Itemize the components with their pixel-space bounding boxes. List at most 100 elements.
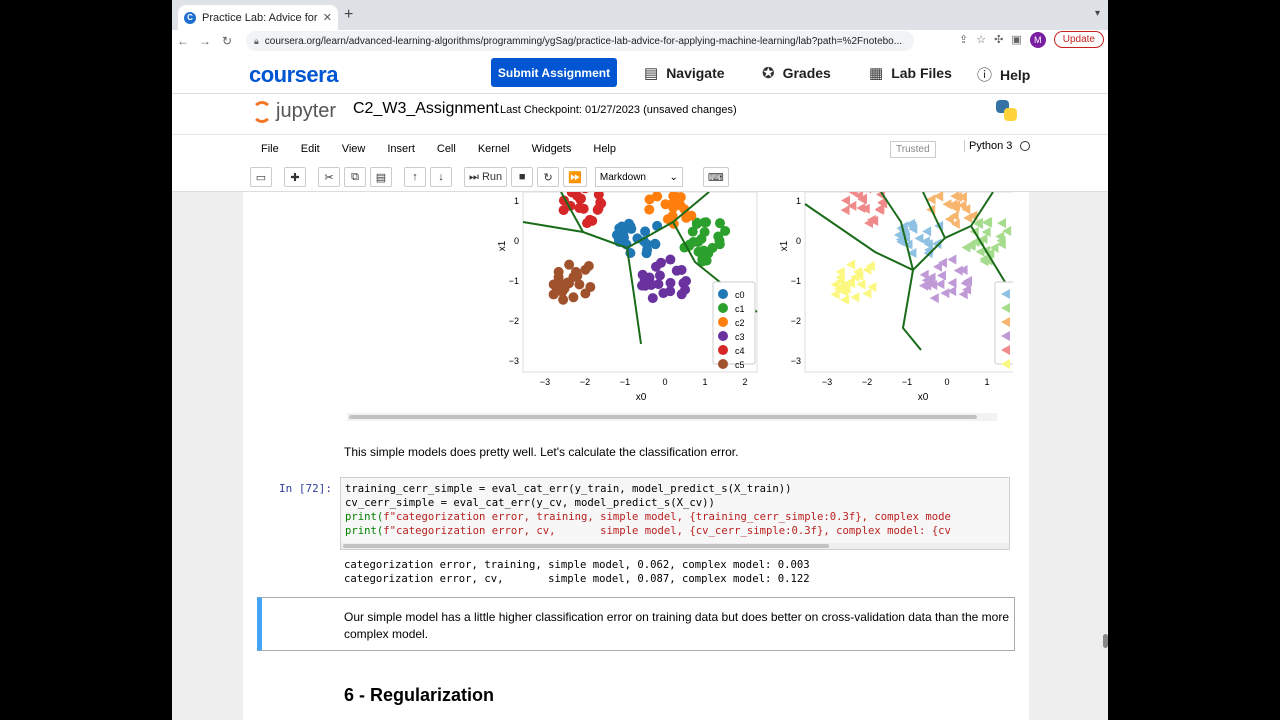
data-point [559, 283, 570, 294]
y-tick-label: −2 [509, 316, 519, 326]
data-point [553, 272, 564, 283]
menu-view[interactable]: View [331, 143, 377, 155]
menu-file[interactable]: File [250, 143, 290, 155]
lab-files-button[interactable]: ▦ Lab Files [869, 64, 952, 82]
data-point [578, 203, 589, 214]
output-horizontal-scrollbar[interactable] [347, 413, 997, 421]
output-line-2: categorization error, cv, simple model, … [344, 573, 810, 585]
menu-kernel[interactable]: Kernel [467, 143, 521, 155]
chevron-down-icon: ⌄ [669, 171, 678, 183]
save-icon[interactable]: ▭ [250, 167, 272, 187]
restart-run-all-icon[interactable]: ⏩ [563, 167, 587, 187]
paste-icon[interactable]: ▤ [370, 167, 392, 187]
update-button[interactable]: Update [1053, 31, 1104, 48]
y-tick-label: −2 [791, 316, 801, 326]
data-point [666, 199, 677, 210]
python-logo-icon [996, 100, 1018, 122]
code-line-2: cv_cerr_simple = eval_cat_err(y_cv, mode… [345, 497, 715, 509]
menu-cell[interactable]: Cell [426, 143, 467, 155]
output-line-1: categorization error, training, simple m… [344, 559, 810, 571]
legend-label: c2 [735, 318, 745, 328]
bookmark-star-icon[interactable]: ☆ [976, 33, 986, 46]
selected-markdown-cell[interactable]: Our simple model has a little higher cla… [257, 597, 1015, 651]
data-point [665, 286, 676, 297]
y-tick-label: −1 [509, 276, 519, 286]
code-text: training_cerr_simple = eval_cat_err(y_tr… [341, 478, 1009, 542]
data-point [644, 194, 655, 205]
code-cell[interactable]: training_cerr_simple = eval_cat_err(y_tr… [340, 477, 1010, 550]
code-line-3-fn: print( [345, 511, 384, 523]
data-point [647, 293, 658, 304]
data-point [583, 261, 594, 272]
cell-prompt: In [72]: [279, 482, 332, 495]
submit-assignment-button[interactable]: Submit Assignment [491, 58, 617, 87]
keyboard-icon[interactable]: ⌨ [702, 167, 729, 187]
help-button[interactable]: ⓘ Help [977, 64, 1030, 85]
close-tab-icon[interactable]: ✕ [323, 11, 332, 24]
code-horizontal-scrollbar[interactable] [341, 543, 1009, 549]
restart-icon[interactable]: ↻ [537, 167, 560, 187]
menu-help[interactable]: Help [582, 143, 627, 155]
help-icon: ⓘ [977, 67, 993, 84]
url-bar[interactable]: 🔒︎ coursera.org/learn/advanced-learning-… [246, 31, 914, 51]
tab-title: Practice Lab: Advice for Applyi [202, 11, 319, 24]
share-icon[interactable]: ⇪ [959, 33, 968, 46]
x-tick-label: −1 [902, 377, 912, 387]
kernel-indicator: Python 3 [964, 140, 1031, 152]
new-tab-button[interactable]: + [344, 6, 353, 24]
cell-type-select[interactable]: Markdown ⌄ [594, 167, 683, 187]
y-tick-label: 1 [796, 196, 801, 206]
file-icon: ▦ [869, 65, 884, 82]
coursera-logo[interactable]: coursera [249, 62, 338, 88]
menu-insert[interactable]: Insert [376, 143, 426, 155]
y-tick-label: −3 [791, 356, 801, 366]
coursera-header: coursera Submit Assignment ▤ Navigate ✪ … [172, 52, 1108, 94]
reload-icon[interactable]: ↻ [216, 34, 238, 48]
lab-files-label: Lab Files [891, 65, 952, 81]
data-point [575, 193, 586, 204]
move-down-icon[interactable]: ↓ [430, 167, 452, 187]
legend: c0c1c2c3c4c5 [712, 281, 756, 370]
data-point [580, 288, 591, 299]
sidebar-icon[interactable]: ▣ [1011, 33, 1021, 46]
stop-icon[interactable]: ■ [511, 167, 534, 187]
grades-button[interactable]: ✪ Grades [762, 64, 831, 82]
legend-marker [718, 359, 728, 369]
kernel-name[interactable]: Python 3 [969, 140, 1012, 152]
markdown-cell-text: Our simple model has a little higher cla… [344, 610, 1010, 641]
x-tick-label: −3 [822, 377, 832, 387]
data-point [558, 205, 569, 216]
run-button[interactable]: ⏭ Run [464, 167, 508, 187]
data-point [693, 246, 704, 257]
extensions-icon[interactable]: ✣ [994, 33, 1003, 46]
kernel-idle-icon [1020, 141, 1031, 151]
trusted-indicator[interactable]: Trusted [890, 141, 936, 158]
menu-widgets[interactable]: Widgets [521, 143, 583, 155]
x-axis-label: x0 [918, 392, 929, 403]
legend: c0c1c2c3c4c5 [994, 281, 1013, 369]
data-point [582, 218, 593, 229]
right-plot: c0c1c2c3c4c510−1−2−3−3−2−1012x1x0 [779, 192, 1013, 403]
navigate-button[interactable]: ▤ Navigate [644, 64, 725, 82]
data-point [696, 233, 707, 244]
code-line-4-fn: print( [345, 525, 384, 537]
data-point [665, 254, 676, 265]
x-tick-label: 2 [742, 377, 747, 387]
profile-avatar[interactable]: M [1029, 31, 1046, 48]
data-point [714, 235, 725, 246]
x-tick-label: −1 [620, 377, 630, 387]
forward-icon[interactable]: → [194, 34, 216, 48]
copy-icon[interactable]: ⧉ [344, 167, 366, 187]
notebook-name[interactable]: C2_W3_Assignment [353, 100, 499, 118]
jupyter-logo[interactable]: jupyter [252, 100, 336, 123]
browser-tab[interactable]: C Practice Lab: Advice for Applyi ✕ [178, 5, 338, 30]
insert-cell-icon[interactable]: ✚ [284, 167, 306, 187]
move-up-icon[interactable]: ↑ [404, 167, 426, 187]
back-icon[interactable]: ← [172, 34, 194, 48]
page-scrollbar[interactable] [1100, 192, 1108, 720]
cut-icon[interactable]: ✂ [318, 167, 340, 187]
data-point [651, 261, 662, 272]
tab-search-icon[interactable]: ▾ [1095, 8, 1100, 19]
menu-edit[interactable]: Edit [290, 143, 331, 155]
legend-marker [718, 289, 728, 299]
